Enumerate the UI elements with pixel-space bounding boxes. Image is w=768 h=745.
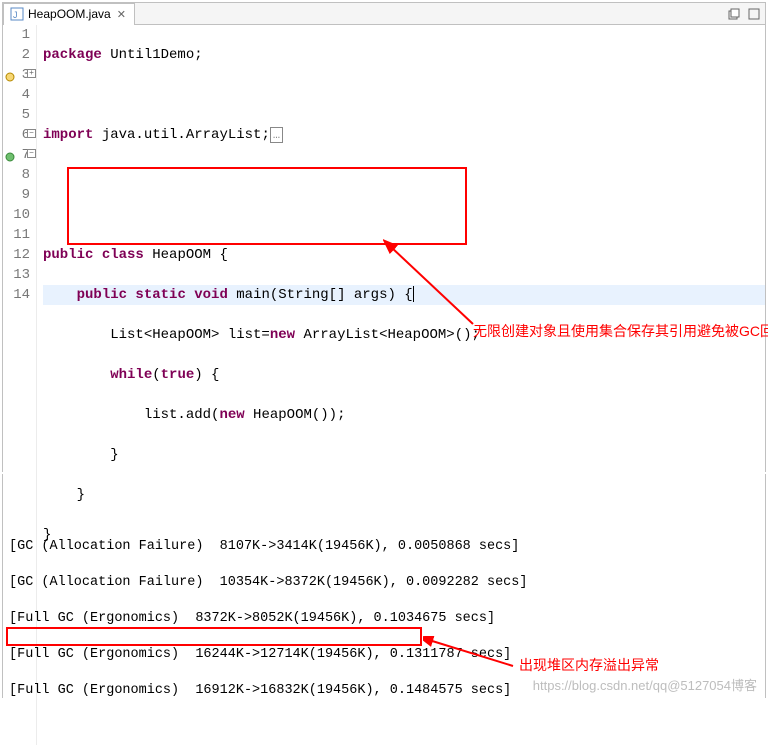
fold-icon[interactable]: − [27, 149, 36, 158]
code-token: ) { [194, 367, 219, 383]
code-token: } [43, 447, 119, 463]
code-token: while [110, 367, 152, 383]
code-token: public [43, 247, 93, 263]
line-number: 4 [3, 85, 30, 105]
editor-pane: J HeapOOM.java ✕ 1 2 3+ 4 5 6− 7− 8 9 10… [2, 2, 766, 472]
code-token: new [270, 327, 295, 343]
java-file-icon: J [10, 7, 24, 21]
maximize-icon[interactable] [747, 7, 761, 21]
highlight-box-console [6, 627, 422, 646]
code-token: List<HeapOOM> list= [43, 327, 270, 343]
fold-icon[interactable]: + [27, 69, 36, 78]
code-token: public [77, 287, 127, 303]
line-number: 8 [3, 165, 30, 185]
file-tab-label: HeapOOM.java [28, 7, 111, 21]
fold-icon[interactable]: − [27, 129, 36, 138]
code-token: } [43, 487, 85, 503]
run-marker-icon [5, 149, 15, 159]
console-line: [Full GC (Ergonomics) 8372K->8052K(19456… [9, 610, 759, 628]
line-number: 2 [3, 45, 30, 65]
code-token: true [161, 367, 195, 383]
line-number: 10 [3, 205, 30, 225]
line-number: 6− [3, 125, 30, 145]
code-token: HeapOOM { [144, 247, 228, 263]
annotation-text: 无限创建对象且使用集合保存其引用避免被GC回收 [473, 321, 753, 341]
line-number: 3+ [3, 65, 30, 85]
code-token: ArrayList<HeapOOM>(); [295, 327, 480, 343]
console-output[interactable]: [GC (Allocation Failure) 8107K->3414K(19… [3, 518, 765, 697]
code-token: class [93, 247, 143, 263]
code-token: static [127, 287, 186, 303]
code-token: void [186, 287, 228, 303]
code-token: Until1Demo; [102, 47, 203, 63]
line-number: 11 [3, 225, 30, 245]
file-tab[interactable]: J HeapOOM.java ✕ [3, 3, 135, 25]
code-token: list.add( [43, 407, 219, 423]
tab-bar-controls [727, 7, 765, 21]
fold-indicator[interactable]: … [270, 127, 283, 143]
line-number: 7− [3, 145, 30, 165]
code-token: package [43, 47, 102, 63]
line-number: 9 [3, 185, 30, 205]
watermark-text: https://blog.csdn.net/qq@5127054博客 [533, 677, 757, 695]
console-line: [GC (Allocation Failure) 10354K->8372K(1… [9, 574, 759, 592]
line-number: 14 [3, 285, 30, 305]
code-token: ( [152, 367, 160, 383]
close-icon[interactable]: ✕ [115, 8, 128, 21]
annotation-text: 出现堆区内存溢出异常 [519, 656, 659, 674]
line-number: 1 [3, 25, 30, 45]
code-token: new [219, 407, 244, 423]
line-number: 5 [3, 105, 30, 125]
text-cursor [413, 286, 414, 302]
restore-icon[interactable] [727, 7, 741, 21]
code-token: main(String[] args) { [228, 287, 413, 303]
code-token: import [43, 127, 93, 143]
code-token: java.util.ArrayList; [93, 127, 269, 143]
svg-text:J: J [13, 10, 18, 20]
code-token: HeapOOM()); [245, 407, 346, 423]
console-line: [GC (Allocation Failure) 8107K->3414K(19… [9, 538, 759, 556]
editor-tab-bar: J HeapOOM.java ✕ [3, 3, 765, 25]
line-number: 12 [3, 245, 30, 265]
warning-icon [5, 69, 15, 79]
line-number: 13 [3, 265, 30, 285]
